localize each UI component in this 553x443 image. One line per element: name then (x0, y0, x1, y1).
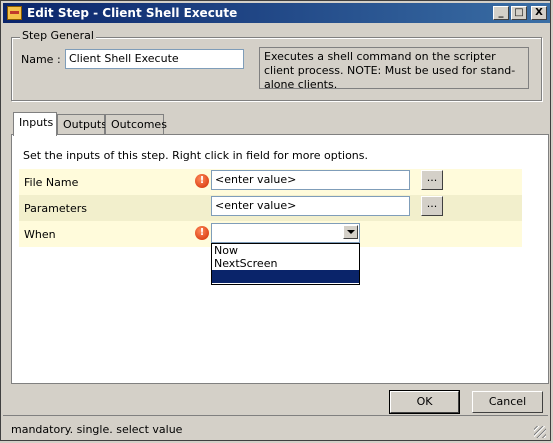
inputs-instructions: Set the inputs of this step. Right click… (23, 149, 369, 162)
when-dropdown-list: Now NextScreen (211, 243, 360, 285)
file-name-browse-button[interactable]: ... (421, 170, 443, 190)
app-icon (7, 6, 22, 20)
parameters-browse-button[interactable]: ... (421, 196, 443, 216)
step-general-label: Step General (20, 29, 96, 42)
mandatory-warning-icon: ! (195, 174, 209, 188)
ok-button[interactable]: OK (389, 390, 460, 414)
when-select[interactable] (211, 223, 360, 243)
close-button[interactable]: X (531, 6, 547, 20)
input-row-file-name: File Name ! <enter value> ... (19, 169, 522, 195)
edit-step-window: Edit Step - Client Shell Execute _ □ X S… (0, 0, 551, 441)
tab-outputs[interactable]: Outputs (57, 114, 107, 134)
step-description: Executes a shell command on the scripter… (259, 47, 529, 91)
parameters-label: Parameters (24, 202, 87, 215)
title-bar[interactable]: Edit Step - Client Shell Execute _ □ X (3, 3, 550, 23)
window-title: Edit Step - Client Shell Execute (27, 6, 238, 20)
status-bar: mandatory. single. select value (3, 415, 548, 440)
mandatory-warning-icon: ! (195, 226, 209, 240)
when-option-empty[interactable] (212, 270, 359, 283)
resize-grip-icon[interactable] (534, 426, 546, 438)
tab-outcomes[interactable]: Outcomes (105, 114, 167, 134)
when-label: When (24, 228, 56, 241)
file-name-label: File Name (24, 176, 79, 189)
name-label: Name : (21, 53, 61, 66)
minimize-button[interactable]: _ (493, 6, 509, 20)
name-field[interactable]: Client Shell Execute (65, 49, 244, 69)
input-row-parameters: Parameters <enter value> ... (19, 195, 522, 221)
cancel-button[interactable]: Cancel (472, 391, 543, 413)
maximize-button[interactable]: □ (511, 6, 527, 20)
status-text: mandatory. single. select value (11, 423, 183, 436)
chevron-down-icon[interactable] (343, 225, 358, 239)
parameters-input[interactable]: <enter value> (211, 196, 410, 216)
tab-inputs[interactable]: Inputs (13, 112, 57, 136)
when-option-now[interactable]: Now (212, 244, 359, 257)
when-option-nextscreen[interactable]: NextScreen (212, 257, 359, 270)
file-name-input[interactable]: <enter value> (211, 170, 410, 190)
